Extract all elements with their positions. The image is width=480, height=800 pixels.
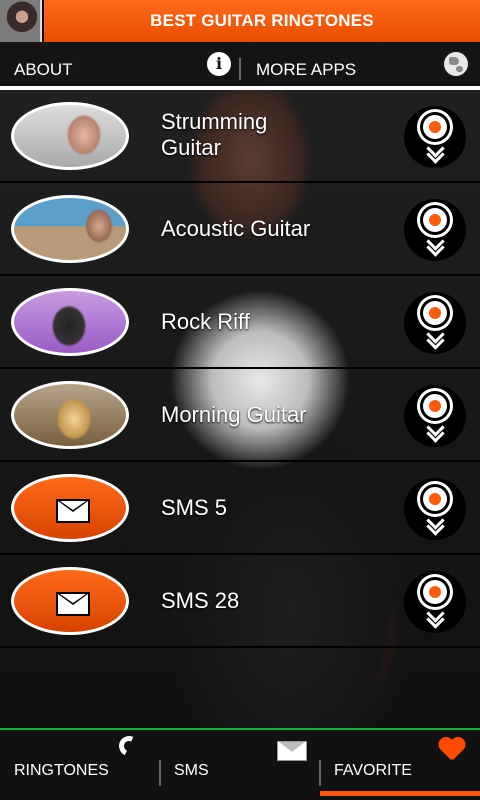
ringtone-thumbnail: [11, 381, 129, 449]
phone-icon: [119, 736, 145, 762]
info-icon[interactable]: i: [207, 52, 231, 76]
ringtone-thumbnail: [11, 102, 129, 170]
list-item[interactable]: Acoustic Guitar: [0, 183, 480, 276]
sms-thumbnail: [11, 567, 129, 635]
ringtone-list: Strumming Guitar Acoustic Guitar Rock Ri…: [0, 90, 480, 728]
ringtone-title-line1: Strumming: [161, 109, 268, 134]
settings-gear-icon[interactable]: [404, 478, 466, 540]
app-header: BEST GUITAR RINGTONES: [0, 0, 480, 42]
about-button[interactable]: ABOUT: [14, 60, 73, 80]
ringtone-title: Morning Guitar: [161, 402, 307, 427]
globe-icon[interactable]: [444, 52, 468, 76]
settings-gear-icon[interactable]: [404, 199, 466, 261]
top-nav: ABOUT i MORE APPS: [0, 42, 480, 90]
tab-label: SMS: [174, 762, 209, 779]
settings-gear-icon[interactable]: [404, 292, 466, 354]
envelope-icon: [277, 741, 307, 761]
tab-ringtones[interactable]: RINGTONES: [0, 730, 160, 800]
heart-icon: [438, 738, 466, 764]
envelope-icon: [56, 499, 90, 523]
list-item[interactable]: SMS 28: [0, 555, 480, 648]
ringtone-title: SMS 28: [161, 588, 240, 613]
ringtone-title: Rock Riff: [161, 309, 250, 334]
list-item[interactable]: Rock Riff: [0, 276, 480, 369]
list-item[interactable]: Morning Guitar: [0, 369, 480, 462]
settings-gear-icon[interactable]: [404, 571, 466, 633]
list-item[interactable]: Strumming Guitar: [0, 90, 480, 183]
more-apps-button[interactable]: MORE APPS: [256, 60, 356, 80]
tab-label: RINGTONES: [14, 762, 109, 779]
settings-gear-icon[interactable]: [404, 106, 466, 168]
settings-gear-icon[interactable]: [404, 385, 466, 447]
tab-label: FAVORITE: [334, 762, 412, 779]
ringtone-thumbnail: [11, 195, 129, 263]
sms-thumbnail: [11, 474, 129, 542]
envelope-icon: [56, 592, 90, 616]
app-logo: [0, 0, 42, 42]
ringtone-thumbnail: [11, 288, 129, 356]
ringtone-title-line2: Guitar: [161, 135, 221, 160]
ringtone-title: Acoustic Guitar: [161, 216, 311, 241]
app-title: BEST GUITAR RINGTONES: [44, 0, 480, 42]
bottom-tab-bar: RINGTONES SMS FAVORITE: [0, 730, 480, 800]
list-item[interactable]: SMS 5: [0, 462, 480, 555]
ringtone-title: SMS 5: [161, 495, 228, 520]
nav-divider: [239, 58, 241, 80]
